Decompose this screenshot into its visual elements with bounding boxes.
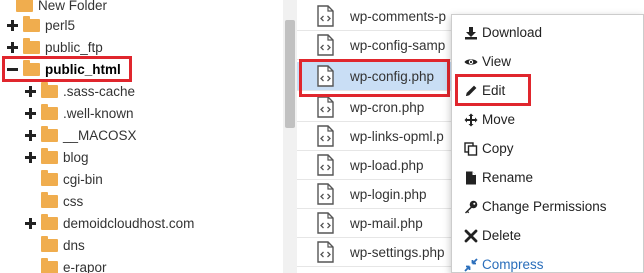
- download-icon: [464, 26, 478, 40]
- menu-item-label: Copy: [482, 141, 514, 156]
- menu-item-label: Download: [482, 25, 543, 40]
- pencil-icon: [464, 84, 478, 98]
- file-name: wp-links-opml.p: [350, 128, 444, 144]
- tree-item-label: css: [63, 193, 84, 209]
- tree-item-label: .well-known: [63, 105, 134, 121]
- menu-item-label: Compress: [482, 257, 544, 272]
- expand-plus-icon[interactable]: [7, 41, 18, 53]
- tree-item-label: New Folder: [38, 0, 108, 13]
- menu-item-delete[interactable]: Delete: [452, 221, 644, 250]
- folder-icon: [23, 37, 40, 54]
- menu-item-label: View: [482, 54, 512, 69]
- menu-item-compress[interactable]: Compress: [452, 250, 644, 273]
- menu-item-change-permissions[interactable]: Change Permissions: [452, 192, 644, 221]
- menu-item-view[interactable]: View: [452, 47, 644, 76]
- key-icon: [464, 200, 478, 214]
- folder-icon: [23, 15, 40, 32]
- tree-item-macosx[interactable]: __MACOSX: [25, 124, 137, 146]
- file-name: wp-settings.php: [350, 244, 445, 260]
- move-arrows-icon: [464, 113, 478, 127]
- menu-item-edit[interactable]: Edit: [452, 76, 644, 105]
- expand-plus-icon[interactable]: [7, 19, 18, 31]
- tree-item-label: public_ftp: [45, 39, 103, 55]
- code-file-icon: [317, 154, 334, 176]
- tree-item-cgi-bin[interactable]: cgi-bin: [25, 168, 103, 190]
- menu-item-rename[interactable]: Rename: [452, 163, 644, 192]
- tree-item-css[interactable]: css: [25, 190, 83, 212]
- eye-icon: [464, 55, 478, 69]
- menu-item-label: Move: [482, 112, 516, 127]
- file-name: wp-cron.php: [350, 99, 425, 115]
- tree-item-public-ftp[interactable]: public_ftp: [7, 36, 103, 58]
- file-name: wp-mail.php: [350, 215, 423, 231]
- file-name: wp-comments-p: [350, 8, 447, 24]
- tree-item-label: .sass-cache: [63, 83, 136, 99]
- tree-item-label: blog: [63, 149, 89, 165]
- folder-open-icon: [23, 59, 40, 76]
- code-file-icon: [317, 96, 334, 118]
- folder-icon: [41, 103, 58, 120]
- tree-item-blog[interactable]: blog: [25, 146, 89, 168]
- folder-icon: [41, 147, 58, 164]
- menu-item-move[interactable]: Move: [452, 105, 644, 134]
- file-name: wp-config-samp: [350, 37, 446, 53]
- tree-item-e-rapor[interactable]: e-rapor: [25, 256, 107, 273]
- tree-item-label: cgi-bin: [63, 171, 103, 187]
- expand-plus-icon[interactable]: [25, 217, 36, 229]
- expand-plus-icon[interactable]: [25, 151, 36, 163]
- menu-item-copy[interactable]: Copy: [452, 134, 644, 163]
- file-icon: [464, 171, 478, 185]
- menu-item-label: Edit: [482, 83, 506, 98]
- folder-icon: [41, 125, 58, 142]
- tree-item-label: perl5: [45, 17, 76, 33]
- code-file-icon: [317, 183, 334, 205]
- folder-icon: [16, 0, 33, 12]
- tree-item-dns[interactable]: dns: [25, 234, 85, 256]
- delete-x-icon: [464, 229, 478, 243]
- folder-icon: [41, 169, 58, 186]
- tree-item-perl5[interactable]: perl5: [7, 14, 75, 36]
- code-file-icon: [317, 241, 334, 263]
- folder-tree: New Folder perl5 public_ftp public_html …: [0, 0, 283, 273]
- menu-item-label: Rename: [482, 170, 534, 185]
- code-file-icon: [317, 5, 334, 27]
- file-name: wp-config.php: [350, 68, 435, 84]
- menu-item-download[interactable]: Download: [452, 18, 644, 47]
- tree-item-well-known[interactable]: .well-known: [25, 102, 134, 124]
- tree-item-sass-cache[interactable]: .sass-cache: [25, 80, 135, 102]
- copy-icon: [464, 141, 478, 156]
- file-name: wp-load.php: [350, 157, 424, 173]
- file-name: wp-login.php: [350, 186, 427, 202]
- code-file-icon: [317, 34, 334, 56]
- tree-item-label: demoidcloudhost.com: [63, 215, 195, 231]
- tree-item-label: e-rapor: [63, 259, 107, 273]
- folder-icon: [41, 81, 58, 98]
- tree-scrollbar-thumb[interactable]: [285, 20, 295, 128]
- expand-plus-icon[interactable]: [25, 129, 36, 141]
- code-file-icon: [317, 125, 334, 147]
- code-file-icon: [317, 212, 334, 234]
- tree-item-demoidcloudhost[interactable]: demoidcloudhost.com: [25, 212, 194, 234]
- folder-icon: [41, 257, 58, 273]
- context-menu: Download View Edit Move Copy Rename Chan…: [451, 14, 644, 273]
- tree-item-label: __MACOSX: [63, 127, 137, 143]
- code-file-icon: [317, 65, 334, 87]
- menu-item-label: Change Permissions: [482, 199, 607, 214]
- tree-scrollbar[interactable]: [283, 0, 297, 273]
- folder-icon: [41, 213, 58, 230]
- tree-item-public-html[interactable]: public_html: [7, 58, 121, 80]
- folder-icon: [41, 191, 58, 208]
- tree-item-label: dns: [63, 237, 85, 253]
- collapse-minus-icon[interactable]: [7, 64, 18, 75]
- expand-plus-icon[interactable]: [25, 107, 36, 119]
- tree-item-label: public_html: [45, 61, 121, 77]
- folder-icon: [41, 235, 58, 252]
- compress-icon: [464, 257, 478, 272]
- expand-plus-icon[interactable]: [25, 85, 36, 97]
- menu-item-label: Delete: [482, 228, 522, 243]
